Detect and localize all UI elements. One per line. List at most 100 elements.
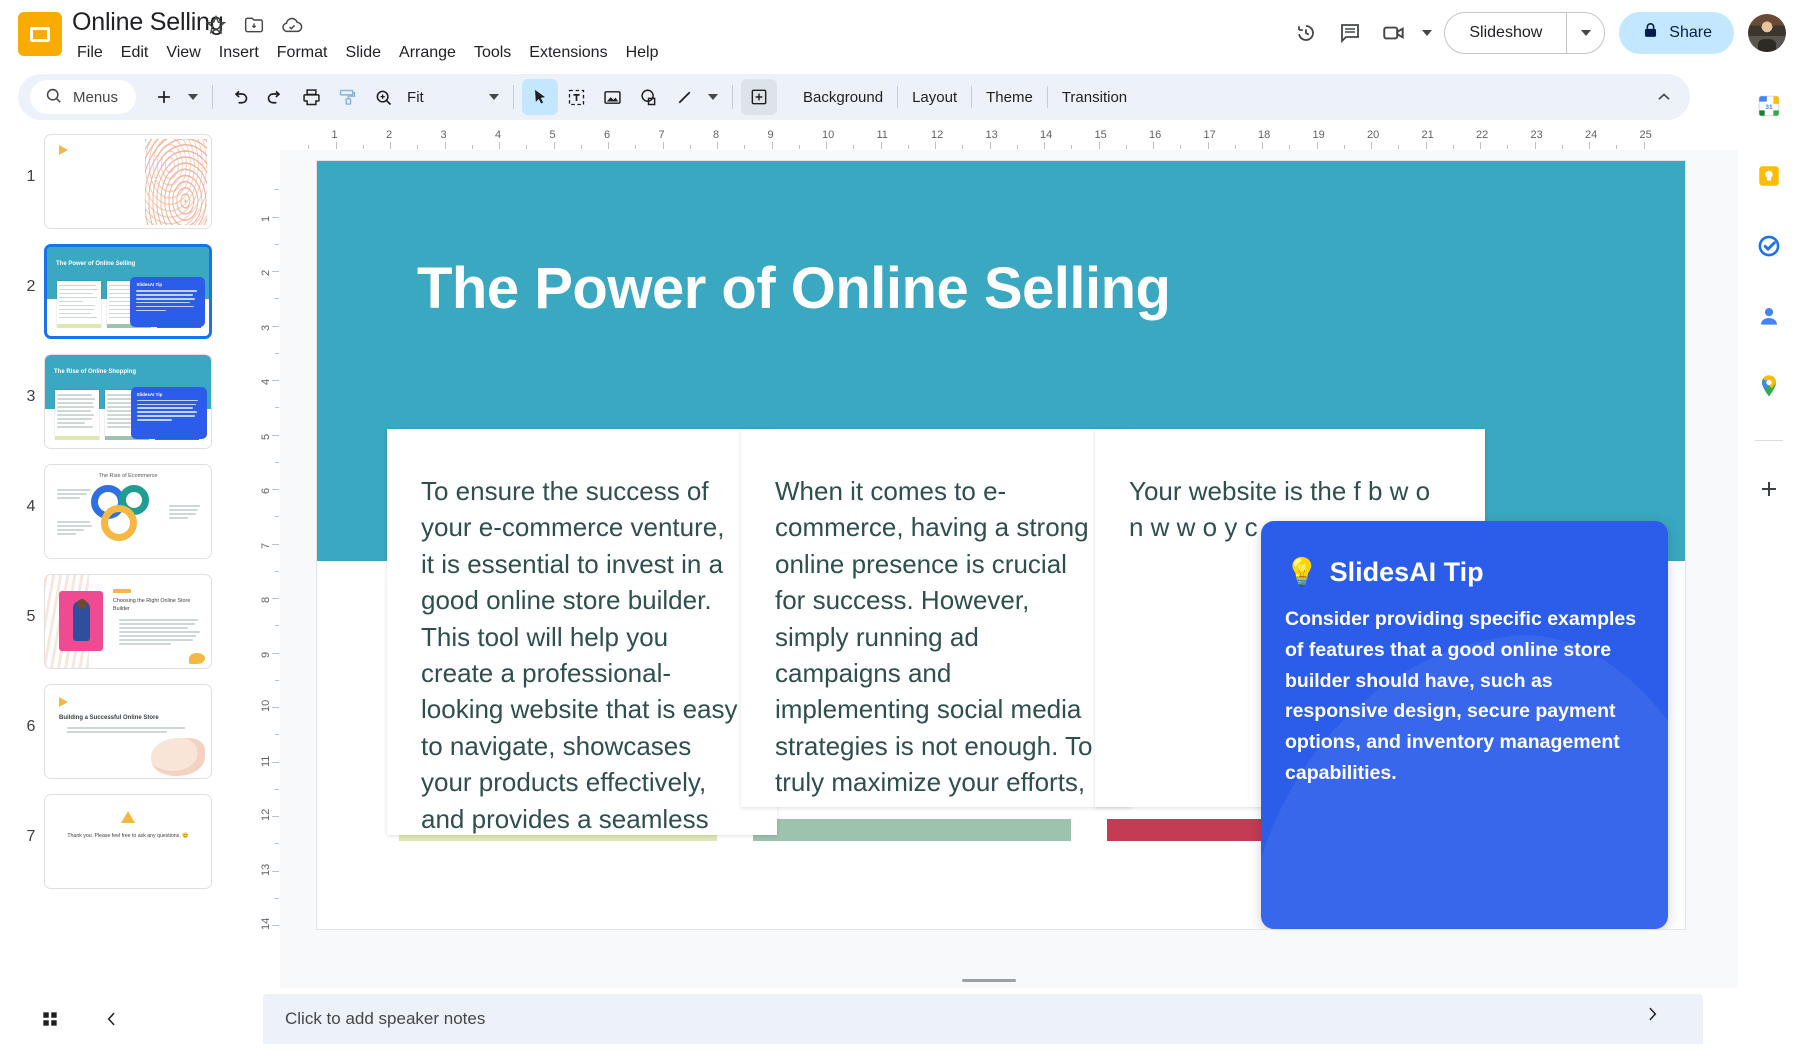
star-icon[interactable] [205, 14, 227, 36]
theme-button[interactable]: Theme [972, 82, 1047, 113]
share-button[interactable]: Share [1619, 12, 1734, 54]
slide-thumbnail-row: 3 The Rise of Online Shopping SlidesAI T… [0, 348, 258, 458]
redo-button[interactable] [257, 79, 293, 115]
ruler-minor-tick [275, 189, 279, 190]
horizontal-ruler[interactable]: 1234567891011121314151617181920212223242… [258, 128, 1738, 150]
ruler-minor-tick [275, 298, 279, 299]
zoom-button[interactable] [365, 79, 401, 115]
paint-format-button[interactable] [329, 79, 365, 115]
speaker-notes-field[interactable]: Click to add speaker notes [263, 994, 1703, 1044]
new-slide-dropdown-caret-icon[interactable] [182, 79, 204, 115]
menu-format[interactable]: Format [268, 40, 337, 66]
slide-number: 1 [18, 134, 44, 186]
slide-thumbnail-5[interactable]: Choosing the Right Online Store Builder [44, 574, 212, 669]
content-card-2[interactable]: When it comes to e-commerce, having a st… [741, 429, 1131, 807]
ruler-minor-tick [635, 145, 636, 149]
lock-icon [1641, 21, 1660, 45]
ruler-label: 2 [260, 270, 272, 276]
ruler-minor-tick [744, 145, 745, 149]
google-maps-icon[interactable] [1751, 368, 1787, 404]
version-history-icon[interactable] [1284, 11, 1328, 55]
ruler-label: 23 [1531, 129, 1543, 141]
transition-button[interactable]: Transition [1048, 82, 1141, 113]
meet-dropdown-caret-icon[interactable] [1416, 11, 1438, 55]
menus-search-button[interactable]: Menus [30, 80, 136, 114]
chevron-left-icon[interactable] [92, 999, 132, 1039]
insert-comment-button[interactable] [741, 79, 777, 115]
vertical-ruler[interactable]: 1234567891011121314 [258, 150, 280, 988]
ruler-minor-tick [1289, 145, 1290, 149]
ruler-tick [499, 142, 500, 149]
document-title[interactable]: Online Selling [72, 8, 223, 37]
line-button[interactable] [666, 79, 702, 115]
ruler-label: 5 [550, 129, 556, 141]
menu-edit[interactable]: Edit [112, 40, 158, 66]
ruler-tick [336, 142, 337, 149]
select-cursor-button[interactable] [522, 79, 558, 115]
ruler-label: 6 [604, 129, 610, 141]
google-contacts-icon[interactable] [1751, 298, 1787, 334]
ruler-tick [390, 142, 391, 149]
slide-thumbnail-3[interactable]: The Rise of Online Shopping SlidesAI Tip [44, 354, 212, 449]
ruler-minor-tick [853, 145, 854, 149]
ruler-minor-tick [908, 145, 909, 149]
menu-help[interactable]: Help [617, 40, 668, 66]
ruler-tick [1099, 142, 1100, 149]
chevron-right-icon[interactable] [1632, 994, 1672, 1034]
slide-thumbnail-4[interactable]: The Rise of Ecommerce [44, 464, 212, 559]
content-card-1[interactable]: To ensure the success of your e-commerce… [387, 429, 777, 835]
slide-thumbnail-6[interactable]: Building a Successful Online Store [44, 684, 212, 779]
menu-file[interactable]: File [68, 40, 112, 66]
print-button[interactable] [293, 79, 329, 115]
search-icon [44, 86, 63, 109]
slide-thumbnail-7[interactable]: Thank you. Please feel free to ask any q… [44, 794, 212, 889]
google-calendar-icon[interactable]: 31 [1751, 88, 1787, 124]
zoom-level-value[interactable]: Fit [401, 89, 453, 106]
add-app-button[interactable] [1751, 471, 1787, 507]
comment-icon[interactable] [1328, 11, 1372, 55]
slideshow-button[interactable]: Slideshow [1445, 13, 1566, 53]
undo-button[interactable] [221, 79, 257, 115]
new-slide-button[interactable] [146, 79, 182, 115]
slide-number: 5 [18, 574, 44, 626]
zoom-dropdown-caret-icon[interactable] [483, 79, 505, 115]
top-right-actions: Slideshow Share [1284, 8, 1786, 58]
video-camera-icon[interactable] [1372, 11, 1416, 55]
notes-resize-handle[interactable] [962, 979, 1016, 982]
side-rail: 31 [1738, 66, 1800, 1050]
google-keep-icon[interactable] [1751, 158, 1787, 194]
move-to-folder-icon[interactable] [243, 14, 265, 36]
layout-button[interactable]: Layout [898, 82, 971, 113]
slideshow-dropdown-caret-icon[interactable] [1566, 13, 1604, 53]
avatar[interactable] [1748, 14, 1786, 52]
menu-view[interactable]: View [157, 40, 209, 66]
text-box-button[interactable] [558, 79, 594, 115]
menu-slide[interactable]: Slide [336, 40, 390, 66]
insert-image-button[interactable] [594, 79, 630, 115]
slide-thumbnail-2[interactable]: The Power of Online Selling SlidesAI Tip [44, 244, 212, 339]
line-dropdown-caret-icon[interactable] [702, 79, 724, 115]
slides-logo-icon[interactable] [18, 12, 62, 56]
ruler-minor-tick [275, 680, 279, 681]
google-tasks-icon[interactable] [1751, 228, 1787, 264]
menu-extensions[interactable]: Extensions [520, 40, 616, 66]
background-button[interactable]: Background [789, 82, 897, 113]
slide-thumbnail-1[interactable] [44, 134, 212, 229]
top-bar: Online Selling File Edit View Insert For… [0, 0, 1800, 66]
ruler-label: 8 [713, 129, 719, 141]
ruler-minor-tick [1453, 145, 1454, 149]
collapse-toolbar-button[interactable] [1646, 79, 1682, 115]
menu-arrange[interactable]: Arrange [390, 40, 465, 66]
shape-button[interactable] [630, 79, 666, 115]
slide-thumbnail-panel[interactable]: 1 2 The Power of Online Selling SlidesAI… [0, 128, 258, 988]
thumbnail-title: Choosing the Right Online Store Builder [113, 597, 205, 613]
cloud-saved-icon[interactable] [281, 14, 303, 36]
slidesai-tip-popup[interactable]: 💡 SlidesAI Tip Consider providing specif… [1261, 521, 1668, 929]
slide-thumbnail-row: 6 Building a Successful Online Store [0, 678, 258, 788]
current-slide[interactable]: The Power of Online Selling To ensure th… [316, 160, 1686, 930]
thumbnail-title: Building a Successful Online Store [59, 715, 159, 721]
menu-insert[interactable]: Insert [210, 40, 268, 66]
ruler-label: 3 [260, 324, 272, 330]
filmstrip-grid-icon[interactable] [30, 999, 70, 1039]
menu-tools[interactable]: Tools [465, 40, 520, 66]
